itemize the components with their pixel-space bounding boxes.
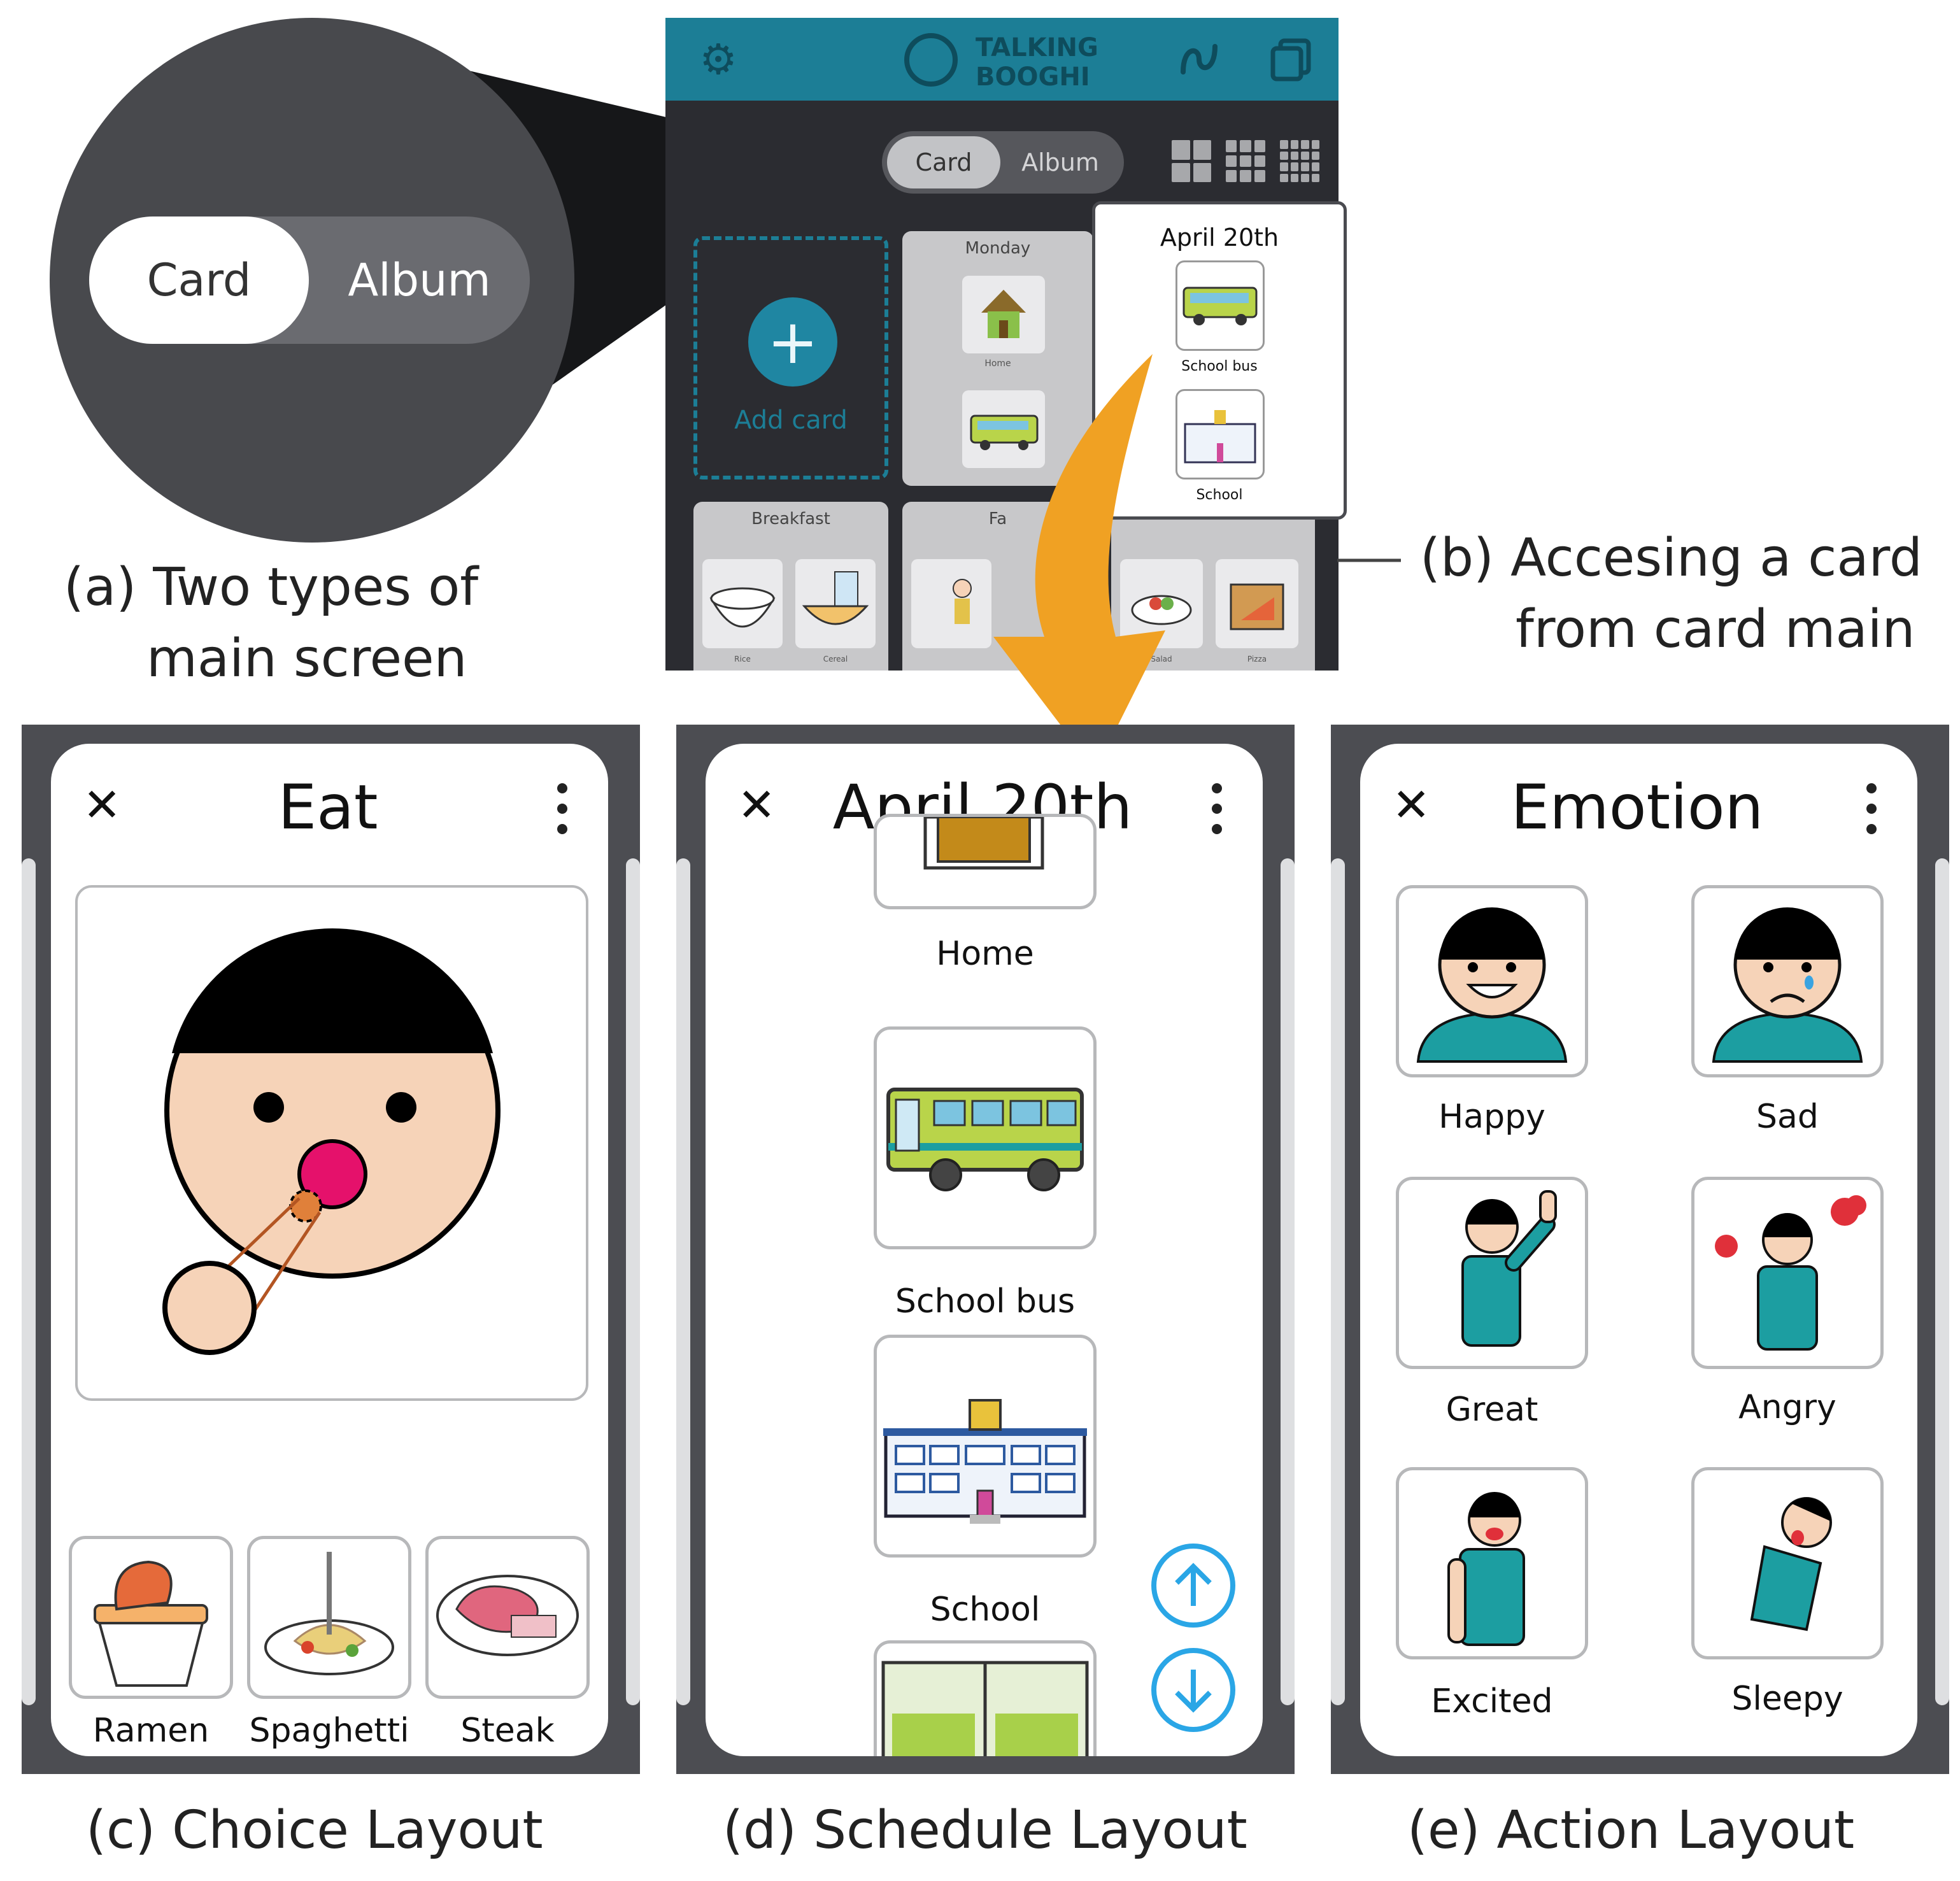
angry-person-icon <box>1715 1195 1866 1351</box>
action-label-happy: Happy <box>1438 1098 1545 1136</box>
phone-choice-layout: ✕ Eat Ramen Spaghetti Steak <box>22 725 640 1774</box>
action-tile-happy[interactable] <box>1396 885 1588 1077</box>
arrow-up-icon <box>1175 1563 1212 1606</box>
home-door-icon <box>923 817 1044 870</box>
caption-c: (c) Choice Layout <box>86 1800 543 1861</box>
school-building-icon <box>883 1399 1087 1524</box>
ramen-icon <box>94 1560 208 1687</box>
school-bus-icon <box>886 1088 1084 1191</box>
action-label-sad: Sad <box>1756 1098 1819 1136</box>
phone-schedule-layout: ✕ April 20th Home School bus School <box>676 725 1295 1774</box>
sleepy-person-icon <box>1750 1497 1832 1631</box>
excited-person-icon <box>1447 1492 1525 1646</box>
choice-label-ramen: Ramen <box>92 1712 209 1750</box>
thumbs-up-person-icon <box>1461 1190 1557 1347</box>
phone-action-layout: ✕ Emotion Happy Sad Great Angry Excited … <box>1331 725 1949 1774</box>
classroom-icon <box>881 1661 1089 1756</box>
action-tile-great[interactable] <box>1396 1177 1588 1369</box>
main-card-eat[interactable] <box>75 885 588 1401</box>
caption-b-line1: (b) Accesing a card <box>1420 528 1922 588</box>
choice-label-spaghetti: Spaghetti <box>249 1712 409 1750</box>
more-menu-icon[interactable] <box>557 783 567 834</box>
eating-face-icon <box>162 928 501 1355</box>
choice-screen: ✕ Eat Ramen Spaghetti Steak <box>51 744 608 1756</box>
scroll-down-button[interactable] <box>1151 1648 1235 1732</box>
close-icon[interactable]: ✕ <box>737 782 776 828</box>
action-label-great: Great <box>1445 1391 1538 1429</box>
caption-e: (e) Action Layout <box>1407 1800 1855 1861</box>
action-label-excited: Excited <box>1431 1682 1553 1721</box>
close-icon[interactable]: ✕ <box>83 782 121 828</box>
action-tile-angry[interactable] <box>1691 1177 1884 1369</box>
action-tile-sleepy[interactable] <box>1691 1467 1884 1659</box>
scroll-up-button[interactable] <box>1151 1544 1235 1628</box>
choice-label-steak: Steak <box>460 1712 555 1750</box>
close-icon[interactable]: ✕ <box>1392 782 1430 828</box>
schedule-tile-classroom[interactable] <box>874 1640 1097 1756</box>
page-title: Eat <box>278 772 378 843</box>
action-label-sleepy: Sleepy <box>1731 1680 1843 1718</box>
action-tile-sad[interactable] <box>1691 885 1884 1077</box>
arrow-down-icon <box>1175 1670 1212 1713</box>
schedule-label-school-bus: School bus <box>895 1282 1076 1321</box>
choice-tile-steak[interactable] <box>425 1536 590 1699</box>
caption-d: (d) Schedule Layout <box>723 1800 1247 1861</box>
spaghetti-icon <box>264 1552 394 1675</box>
more-menu-icon[interactable] <box>1866 783 1877 834</box>
schedule-label-school: School <box>930 1591 1040 1629</box>
action-label-angry: Angry <box>1738 1388 1836 1426</box>
action-tile-excited[interactable] <box>1396 1467 1588 1659</box>
action-screen: ✕ Emotion Happy Sad Great Angry Excited … <box>1360 744 1917 1756</box>
more-menu-icon[interactable] <box>1212 783 1222 834</box>
choice-tile-spaghetti[interactable] <box>247 1536 411 1699</box>
steak-icon <box>436 1575 579 1656</box>
choice-tile-ramen[interactable] <box>69 1536 233 1699</box>
schedule-tile-school[interactable] <box>874 1335 1097 1558</box>
schedule-tile-home[interactable] <box>874 814 1097 909</box>
happy-face-icon <box>1416 907 1568 1063</box>
schedule-screen: ✕ April 20th Home School bus School <box>706 744 1263 1756</box>
schedule-tile-school-bus[interactable] <box>874 1026 1097 1249</box>
page-title: Emotion <box>1510 772 1764 843</box>
sad-face-icon <box>1712 907 1863 1063</box>
caption-b-line2: from card main <box>1516 599 1915 660</box>
schedule-label-home: Home <box>936 935 1034 973</box>
